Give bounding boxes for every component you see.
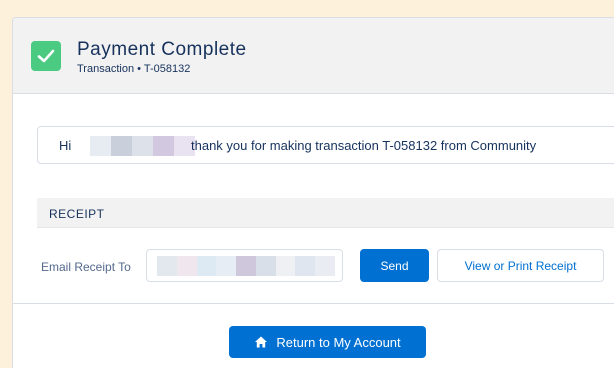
redaction-block bbox=[153, 136, 174, 156]
redaction-block bbox=[216, 256, 237, 276]
home-icon bbox=[255, 336, 268, 348]
confirmation-message: Hi thank you for making transaction T-05… bbox=[37, 126, 614, 164]
redaction-block bbox=[236, 256, 256, 276]
redaction-block bbox=[275, 256, 296, 276]
greeting-text: Hi bbox=[59, 138, 72, 153]
redaction-block bbox=[157, 256, 177, 276]
redaction-block bbox=[255, 256, 276, 276]
send-button[interactable]: Send bbox=[360, 249, 429, 282]
redaction-block bbox=[196, 256, 217, 276]
success-check-icon bbox=[31, 41, 61, 71]
return-to-account-button[interactable]: Return to My Account bbox=[229, 326, 426, 358]
receipt-section-title: RECEIPT bbox=[49, 207, 105, 221]
footer-divider bbox=[13, 303, 614, 304]
card-header: Payment Complete Transaction • T-058132 bbox=[13, 18, 614, 94]
return-button-label: Return to My Account bbox=[276, 334, 401, 350]
email-receipt-input[interactable] bbox=[146, 249, 343, 282]
confirmation-text: thank you for making transaction T-05813… bbox=[191, 138, 537, 153]
receipt-section-header: RECEIPT bbox=[37, 198, 614, 228]
redaction-block bbox=[176, 256, 197, 276]
page-title: Payment Complete bbox=[77, 39, 247, 60]
redaction-block bbox=[315, 256, 336, 276]
redaction-block bbox=[111, 136, 132, 156]
payment-card: Payment Complete Transaction • T-058132 … bbox=[12, 17, 614, 368]
redaction-block bbox=[132, 136, 153, 156]
email-receipt-label: Email Receipt To bbox=[41, 260, 131, 274]
redaction-block bbox=[90, 136, 111, 156]
redacted-name bbox=[90, 136, 195, 156]
redacted-email bbox=[157, 256, 336, 276]
redaction-block bbox=[295, 256, 316, 276]
view-print-receipt-button[interactable]: View or Print Receipt bbox=[437, 249, 604, 282]
transaction-subtitle: Transaction • T-058132 bbox=[77, 63, 191, 75]
